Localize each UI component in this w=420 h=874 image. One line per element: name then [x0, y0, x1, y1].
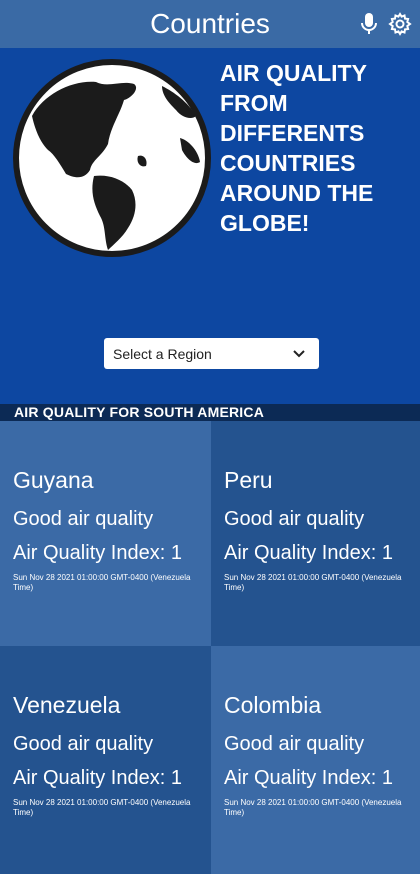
page-title: Countries	[150, 8, 270, 39]
globe-icon	[13, 59, 211, 257]
country-grid: Guyana Good air quality Air Quality Inde…	[0, 421, 420, 874]
region-select-value: Select a Region	[113, 345, 212, 362]
air-quality-index: Air Quality Index: 1	[13, 767, 182, 789]
air-quality-status: Good air quality	[13, 508, 154, 530]
microphone-icon[interactable]	[360, 12, 378, 36]
hero-banner: AIR QUALITY FROM DIFFERENTS COUNTRIES AR…	[0, 48, 420, 404]
region-select[interactable]: Select a Region	[104, 338, 319, 369]
section-header: AIR QUALITY FOR SOUTH AMERICA	[0, 404, 420, 421]
header-actions	[360, 12, 412, 36]
country-card-guyana[interactable]: Guyana Good air quality Air Quality Inde…	[0, 421, 211, 646]
app-header: Countries	[0, 0, 420, 48]
country-name: Venezuela	[13, 692, 121, 718]
country-name: Peru	[224, 467, 273, 493]
country-card-venezuela[interactable]: Venezuela Good air quality Air Quality I…	[0, 646, 211, 874]
measurement-date: Sun Nov 28 2021 01:00:00 GMT-0400 (Venez…	[13, 798, 191, 817]
section-title: AIR QUALITY FOR SOUTH AMERICA	[14, 404, 265, 420]
measurement-date: Sun Nov 28 2021 01:00:00 GMT-0400 (Venez…	[13, 573, 191, 592]
gear-icon[interactable]	[388, 12, 412, 36]
air-quality-status: Good air quality	[13, 733, 154, 755]
country-card-peru[interactable]: Peru Good air quality Air Quality Index:…	[211, 421, 420, 646]
air-quality-status: Good air quality	[224, 733, 365, 755]
country-name: Guyana	[13, 467, 94, 493]
country-name: Colombia	[224, 692, 322, 718]
measurement-date: Sun Nov 28 2021 01:00:00 GMT-0400 (Venez…	[224, 798, 402, 817]
air-quality-index: Air Quality Index: 1	[224, 542, 393, 564]
measurement-date: Sun Nov 28 2021 01:00:00 GMT-0400 (Venez…	[224, 573, 402, 592]
hero-heading: AIR QUALITY FROM DIFFERENTS COUNTRIES AR…	[220, 60, 374, 236]
air-quality-index: Air Quality Index: 1	[224, 767, 393, 789]
country-card-colombia[interactable]: Colombia Good air quality Air Quality In…	[211, 646, 420, 874]
air-quality-status: Good air quality	[224, 508, 365, 530]
chevron-down-icon	[293, 349, 305, 357]
air-quality-index: Air Quality Index: 1	[13, 542, 182, 564]
